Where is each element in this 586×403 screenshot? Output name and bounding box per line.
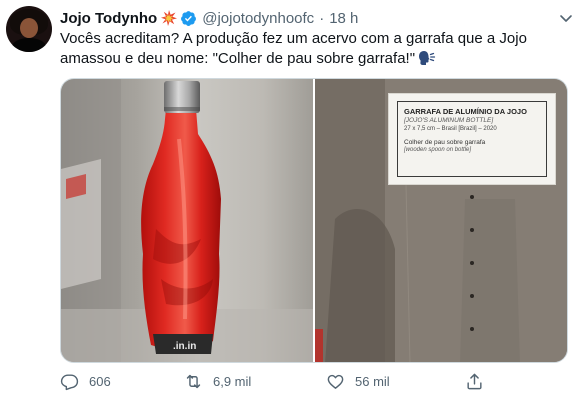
author-handle[interactable]: @jojotodynhoofc: [202, 10, 314, 27]
museum-label-card: GARRAFA DE ALUMÍNIO DA JOJO [JOJO'S ALUM…: [388, 93, 556, 185]
tweet-text: Vocês acreditam? A produção fez um acerv…: [60, 29, 565, 69]
chevron-down-icon[interactable]: [558, 10, 574, 26]
bottle-bottom-label: .in.in: [173, 341, 197, 352]
retweet-icon: [186, 374, 201, 389]
share-icon: [467, 373, 482, 390]
label-meta: 27 x 7,5 cm – Brasil [Brazil] – 2020: [404, 126, 497, 132]
photo-red-bottle[interactable]: .in.in: [61, 79, 313, 362]
tweet-body: Vocês acreditam? A produção fez um acerv…: [60, 30, 527, 67]
reply-icon: [60, 374, 79, 391]
retweet-button[interactable]: 6,9 mil: [184, 372, 251, 391]
label-piece-name: Colher de pau sobre garrafa: [404, 139, 486, 146]
reply-button[interactable]: 606: [60, 372, 111, 391]
reply-count: 606: [89, 374, 111, 389]
tweet-actions: 606 6,9 mil 56 mil: [60, 372, 500, 396]
like-button[interactable]: 56 mil: [326, 372, 390, 391]
red-bottle-illustration: [61, 79, 313, 362]
photo-museum-label[interactable]: GARRAFA DE ALUMÍNIO DA JOJO [JOJO'S ALUM…: [315, 79, 567, 362]
collision-emoji-icon: [161, 10, 178, 26]
share-button[interactable]: [465, 372, 484, 391]
tweet-timestamp[interactable]: 18 h: [329, 10, 358, 27]
like-count: 56 mil: [355, 374, 390, 389]
avatar-face: [20, 18, 38, 38]
verified-badge-icon: [181, 10, 197, 26]
tweet-header: Jojo Todynho @jojotodynhoofc · 18 h: [60, 8, 576, 28]
tweet-media[interactable]: .in.in GARRAFA DE ALUMÍNIO DA JOJO [JOJO…: [60, 78, 568, 363]
label-subtitle: [JOJO'S ALUMINUM BOTTLE]: [404, 117, 494, 124]
retweet-count: 6,9 mil: [213, 374, 252, 389]
author-name[interactable]: Jojo Todynho: [60, 10, 157, 27]
heart-icon: [327, 374, 344, 389]
label-title: GARRAFA DE ALUMÍNIO DA JOJO: [404, 107, 527, 116]
avatar-body: [12, 38, 46, 52]
separator-dot: ·: [319, 9, 325, 27]
speaking-head-icon: [419, 51, 436, 65]
avatar[interactable]: [6, 6, 52, 52]
label-piece-name-en: [wooden spoon on bottle]: [404, 147, 472, 153]
